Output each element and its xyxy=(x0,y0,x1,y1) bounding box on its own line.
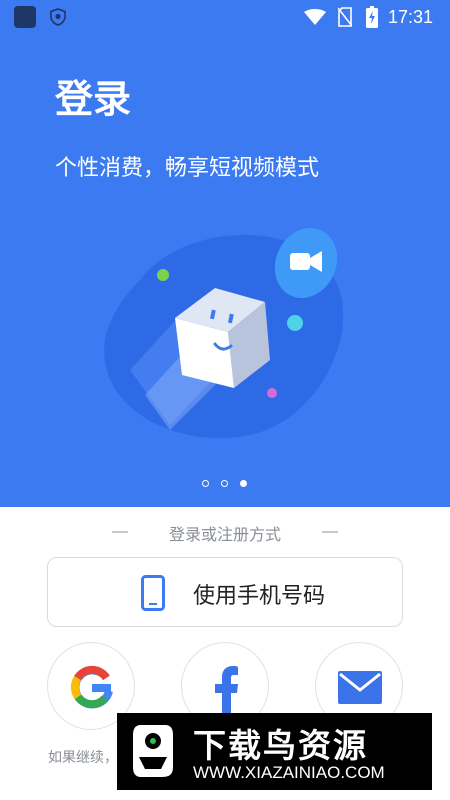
hero-banner: 17:31 登录 个性消费，畅享短视频模式 xyxy=(0,0,450,507)
login-divider: 登录或注册方式 xyxy=(0,520,450,544)
page-title: 登录 xyxy=(55,77,132,121)
phone-login-button[interactable]: 使用手机号码 xyxy=(47,557,403,627)
pagination-dot[interactable] xyxy=(221,480,228,487)
phone-icon xyxy=(141,575,165,611)
shield-icon xyxy=(50,8,66,26)
app-icon xyxy=(14,6,36,28)
carousel-pagination[interactable] xyxy=(200,479,250,491)
no-sim-icon xyxy=(338,7,352,27)
watermark-title: 下载鸟资源 xyxy=(193,726,368,765)
terms-text: 如果继续， xyxy=(48,750,118,766)
battery-charging-icon xyxy=(366,6,378,28)
phone-login-label: 使用手机号码 xyxy=(193,584,326,609)
divider-label: 登录或注册方式 xyxy=(168,525,281,544)
pagination-dot-active[interactable] xyxy=(240,480,247,487)
wifi-icon xyxy=(304,9,326,25)
bird-logo-icon xyxy=(133,725,173,777)
page-subtitle: 个性消费，畅享短视频模式 xyxy=(55,156,320,181)
hero-illustration xyxy=(104,227,344,439)
watermark-banner: 下载鸟资源 WWW.XIAZAINIAO.COM xyxy=(117,713,432,790)
watermark-url: WWW.XIAZAINIAO.COM xyxy=(193,763,385,782)
status-time: 17:31 xyxy=(388,7,434,27)
pagination-dot[interactable] xyxy=(202,480,209,487)
status-bar: 17:31 xyxy=(0,0,450,36)
divider-line xyxy=(322,531,338,533)
